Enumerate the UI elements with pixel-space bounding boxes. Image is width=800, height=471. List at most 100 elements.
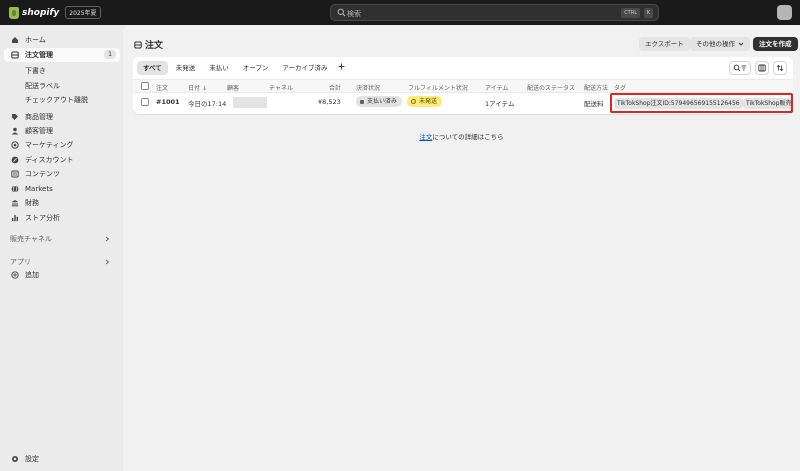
apps-label[interactable]: アプリ: [10, 257, 31, 267]
fulfillment-status-text: 未発送: [419, 98, 438, 105]
payment-status-badge: 支払い済み: [356, 96, 403, 107]
column-header-date-label: 日付: [188, 85, 201, 92]
sidebar-item-label: 設定: [25, 455, 39, 463]
brand-name: shopify: [22, 7, 60, 18]
sidebar-item-label: Markets: [25, 185, 53, 193]
chevron-right-icon[interactable]: [104, 236, 110, 242]
column-header-delivery-status[interactable]: 配送のステータス: [527, 83, 575, 92]
table-header: 注文 日付 ↓ 顧客 チャネル 合計 決済状況 フルフィルメント状況 アイテム …: [133, 79, 793, 93]
bank-icon: [11, 200, 19, 207]
orders-icon: [134, 41, 142, 48]
tag-icon: [12, 114, 18, 120]
search-filter-button[interactable]: [729, 61, 751, 75]
add-tab-button[interactable]: [336, 61, 348, 75]
orders-count-badge: 1: [104, 50, 116, 59]
row-checkbox[interactable]: [141, 98, 149, 106]
column-header-order[interactable]: 注文: [156, 83, 168, 92]
tags-highlight-box: TikTokShop注文ID:579496569155126456 TikTok…: [610, 93, 793, 113]
sidebar-item-label: ストア分析: [25, 214, 60, 222]
gear-icon: [12, 456, 18, 462]
sort-button[interactable]: [773, 61, 787, 75]
sidebar-item-discounts[interactable]: ディスカウント: [4, 153, 120, 167]
item-count[interactable]: 1アイテム: [485, 98, 515, 108]
home-icon: [12, 37, 18, 43]
edition-badge: 2025年夏: [65, 6, 101, 19]
page-title: 注文: [145, 41, 164, 51]
tab-open[interactable]: オープン: [237, 61, 275, 75]
sidebar-item-add-app[interactable]: 追加: [4, 268, 120, 282]
column-header-delivery-method[interactable]: 配送方法: [584, 83, 608, 92]
search-placeholder: 検索: [347, 10, 361, 18]
plus-circle-icon: [11, 271, 19, 279]
sidebar: ホーム 注文管理 1 下書き 配送ラベル チェックアウト離脱 商品管理 顧客管理…: [0, 25, 123, 471]
sales-channels-label[interactable]: 販売チャネル: [10, 234, 52, 244]
sidebar-item-products[interactable]: 商品管理: [4, 110, 120, 124]
sidebar-item-settings[interactable]: 設定: [4, 452, 120, 466]
chart-icon: [12, 215, 18, 222]
order-date: 今日の17:14: [188, 100, 227, 108]
discount-icon: [11, 156, 19, 164]
shortcut-k-key: K: [643, 8, 653, 18]
table-row[interactable]: #1001 今日の17:14 ¥8,523 支払い済み 未発送 1アイテム 配送…: [133, 93, 793, 113]
plus-icon: [338, 63, 345, 70]
tab-archived[interactable]: アーカイブ済み: [276, 61, 333, 75]
sidebar-item-customers[interactable]: 顧客管理: [4, 124, 120, 138]
globe-icon: [11, 185, 19, 193]
target-icon: [11, 141, 19, 149]
sidebar-item-label: コンテンツ: [25, 170, 60, 178]
page-header: 注文: [134, 38, 163, 51]
tab-all[interactable]: すべて: [137, 61, 168, 75]
unfulfilled-status-icon: [411, 99, 416, 104]
create-order-button[interactable]: 注文を作成: [753, 37, 798, 51]
column-header-items[interactable]: アイテム: [485, 83, 508, 92]
top-bar: shopify 2025年夏 検索 CTRL K: [0, 0, 800, 25]
learn-more-link[interactable]: 注文: [419, 133, 432, 141]
shopify-logo[interactable]: shopify 2025年夏: [9, 6, 101, 19]
sidebar-item-orders[interactable]: 注文管理 1: [4, 48, 120, 62]
column-header-fulfillment-status[interactable]: フルフィルメント状況: [408, 83, 468, 92]
payment-status-text: 支払い済み: [367, 98, 398, 105]
select-all-checkbox[interactable]: [141, 82, 149, 90]
sidebar-item-label: 追加: [25, 271, 39, 279]
sidebar-subitem-drafts[interactable]: 下書き: [25, 66, 46, 76]
columns-button[interactable]: [755, 61, 769, 75]
tab-unfulfilled[interactable]: 未発送: [170, 61, 202, 75]
column-header-channel[interactable]: チャネル: [269, 83, 293, 92]
sidebar-item-label: マーケティング: [25, 141, 74, 149]
column-header-customer[interactable]: 顧客: [227, 83, 239, 92]
account-avatar[interactable]: [777, 5, 792, 20]
tab-unpaid[interactable]: 未払い: [203, 61, 235, 75]
sidebar-item-label: 注文管理: [25, 51, 53, 59]
order-total: ¥8,523: [318, 98, 341, 106]
more-actions-label: その他の操作: [696, 40, 735, 48]
person-icon: [11, 127, 19, 135]
more-actions-button[interactable]: その他の操作: [690, 37, 750, 51]
sort-descending-icon: ↓: [201, 85, 207, 92]
sidebar-item-markets[interactable]: Markets: [4, 182, 120, 196]
sidebar-item-home[interactable]: ホーム: [4, 33, 120, 47]
search-bar[interactable]: 検索 CTRL K: [330, 4, 659, 21]
column-header-tags[interactable]: タグ: [614, 83, 626, 92]
shortcut-ctrl-key: CTRL: [621, 8, 640, 18]
shopify-bag-icon: [9, 6, 19, 19]
chevron-down-icon: [738, 42, 744, 46]
learn-more-text: 注文についての詳細はこちら: [123, 131, 800, 141]
search-icon: [337, 8, 346, 17]
column-header-date[interactable]: 日付 ↓: [188, 83, 207, 92]
paid-status-icon: [360, 99, 364, 104]
tag-tiktok-sales: TikTokShop販売: [743, 98, 791, 109]
column-header-total[interactable]: 合計: [329, 83, 341, 92]
sidebar-subitem-shipping-labels[interactable]: 配送ラベル: [25, 81, 60, 91]
sidebar-item-label: 財務: [25, 199, 39, 207]
sidebar-item-analytics[interactable]: ストア分析: [4, 211, 120, 225]
order-tabs: すべて 未発送 未払い オープン アーカイブ済み: [137, 61, 348, 75]
sidebar-item-marketing[interactable]: マーケティング: [4, 138, 120, 152]
chevron-right-icon[interactable]: [104, 259, 110, 265]
sidebar-item-content[interactable]: コンテンツ: [4, 167, 120, 181]
sidebar-item-finance[interactable]: 財務: [4, 196, 120, 210]
columns-icon: [758, 64, 766, 72]
export-button[interactable]: エクスポート: [639, 37, 690, 51]
column-header-payment-status[interactable]: 決済状況: [356, 83, 380, 92]
order-number[interactable]: #1001: [156, 98, 180, 106]
sidebar-subitem-abandoned-checkouts[interactable]: チェックアウト離脱: [25, 95, 88, 105]
